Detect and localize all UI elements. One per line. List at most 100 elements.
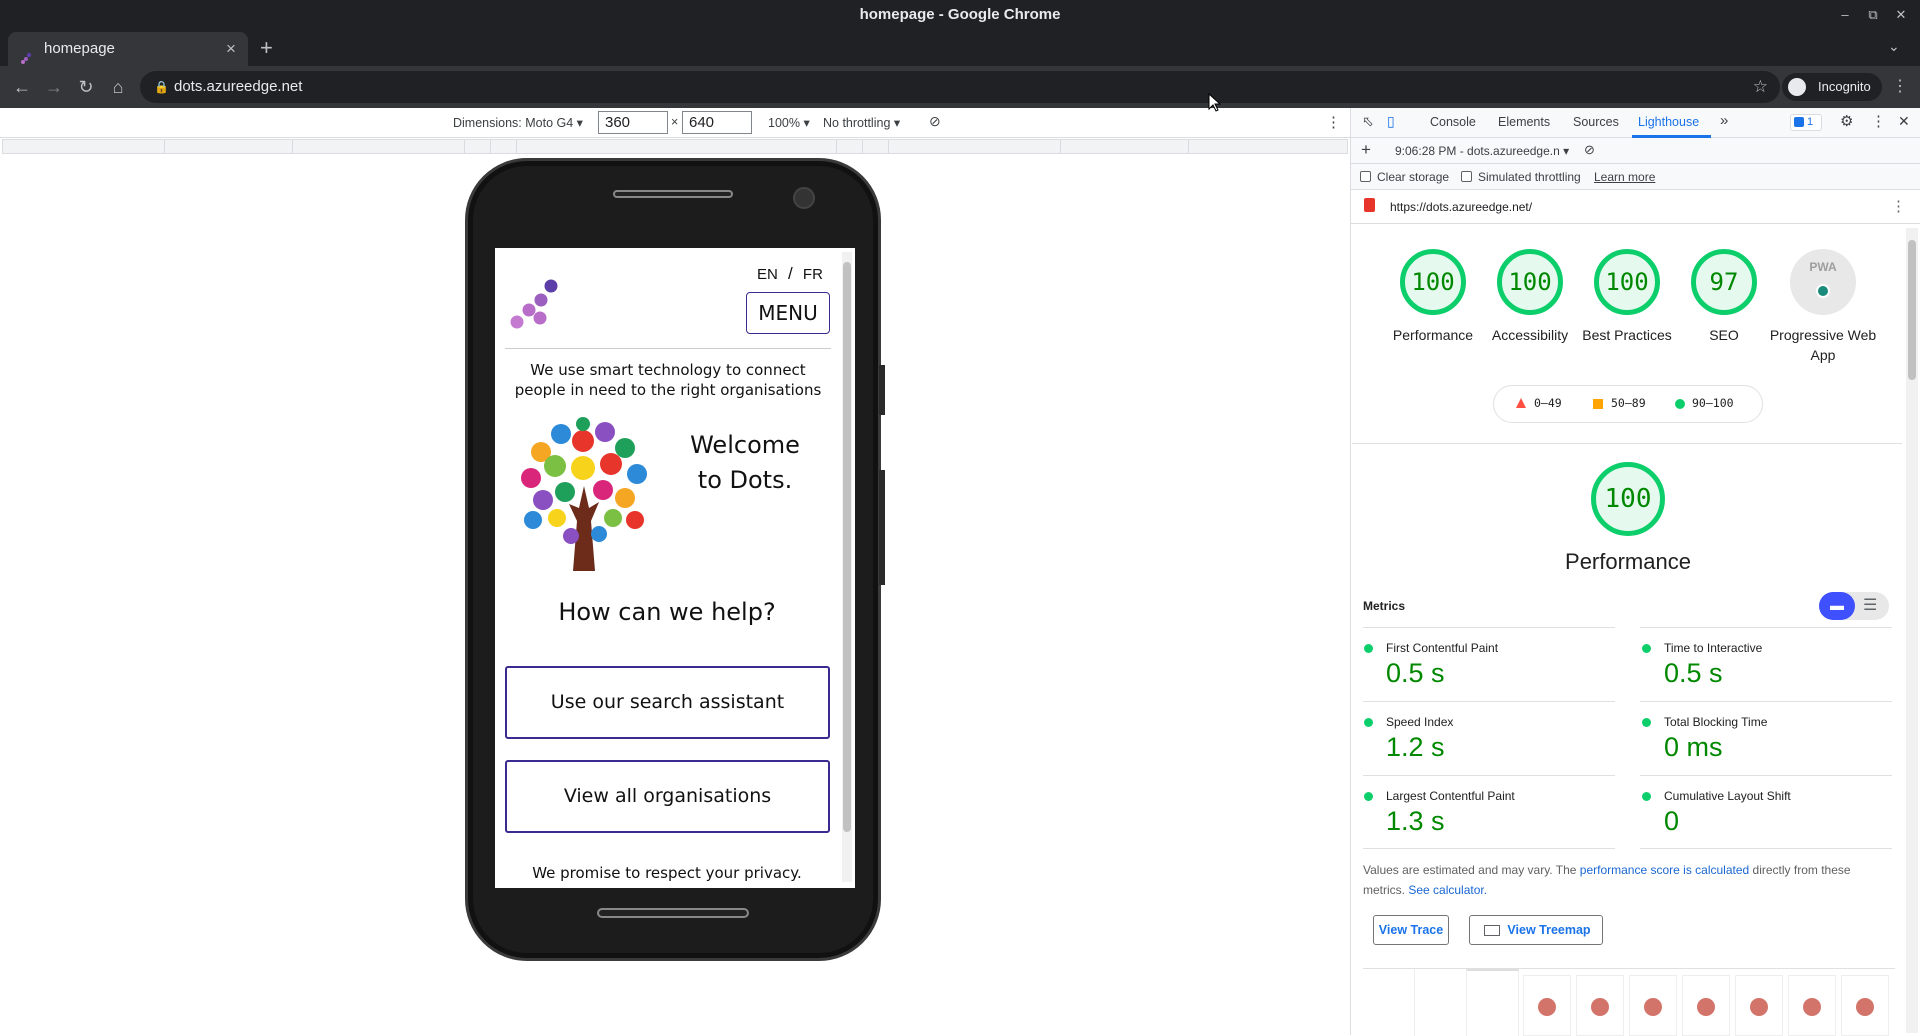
score-calculated-link[interactable]: performance score is calculated bbox=[1580, 863, 1749, 877]
media-query-bar[interactable] bbox=[2, 139, 1348, 154]
device-select[interactable]: Dimensions: Moto G4 ▾ bbox=[453, 115, 583, 130]
tab-title: homepage bbox=[44, 40, 115, 57]
metric-divider bbox=[1363, 775, 1615, 776]
metric-divider bbox=[1363, 627, 1615, 628]
reload-icon[interactable]: ↻ bbox=[72, 73, 100, 101]
legend-pass: 90–100 bbox=[1692, 396, 1734, 410]
back-icon[interactable]: ← bbox=[8, 73, 36, 101]
tab-console[interactable]: Console bbox=[1430, 115, 1476, 129]
view-organisations-button[interactable]: View all organisations bbox=[505, 760, 830, 833]
window-title: homepage - Google Chrome bbox=[859, 6, 1061, 23]
pass-status-icon bbox=[1642, 792, 1651, 801]
tab-lighthouse[interactable]: Lighthouse bbox=[1638, 115, 1699, 129]
browser-tab[interactable]: homepage × bbox=[8, 32, 248, 66]
accessibility-gauge[interactable]: 100 bbox=[1497, 249, 1563, 315]
bookmark-star-icon[interactable]: ☆ bbox=[1753, 71, 1768, 103]
tab-close-icon[interactable]: × bbox=[226, 32, 236, 66]
device-toggle-icon[interactable]: ▯ bbox=[1387, 113, 1395, 130]
restore-icon[interactable]: ⧉ bbox=[1858, 0, 1888, 30]
pwa-badge-icon[interactable]: PWA bbox=[1790, 249, 1856, 315]
menu-button[interactable]: MENU bbox=[746, 292, 830, 334]
legend-fail: 0–49 bbox=[1534, 396, 1562, 410]
tab-elements[interactable]: Elements bbox=[1498, 115, 1550, 129]
main-performance-label: Performance bbox=[1565, 549, 1691, 574]
filmstrip-frame bbox=[1629, 975, 1677, 1036]
window-title-bar: homepage - Google Chrome bbox=[0, 0, 1920, 30]
new-report-icon[interactable]: + bbox=[1361, 140, 1371, 160]
legend-average: 50–89 bbox=[1611, 396, 1646, 410]
metric-divider bbox=[1363, 848, 1615, 849]
tab-strip bbox=[0, 30, 1920, 66]
expanded-view-icon[interactable]: ☰ bbox=[1863, 592, 1877, 620]
filmstrip-frame-blank bbox=[1415, 969, 1467, 1036]
device-more-icon[interactable]: ⋮ bbox=[1326, 113, 1341, 131]
lang-en-link[interactable]: EN bbox=[757, 266, 778, 283]
height-input[interactable] bbox=[682, 111, 752, 134]
issues-badge[interactable]: 1 bbox=[1790, 114, 1822, 131]
compact-view-icon[interactable]: ▬ bbox=[1819, 592, 1855, 620]
filmstrip-frame bbox=[1523, 975, 1571, 1036]
accessibility-gauge-label: Accessibility bbox=[1491, 327, 1569, 343]
simulated-throttling-checkbox[interactable] bbox=[1461, 171, 1472, 182]
device-label: Dimensions: Moto G4 bbox=[453, 116, 574, 130]
incognito-icon bbox=[1788, 78, 1806, 96]
rotate-icon[interactable]: ⊘ bbox=[929, 113, 941, 130]
times-sign: × bbox=[671, 115, 679, 129]
phone-camera bbox=[793, 187, 815, 209]
view-trace-button[interactable]: View Trace bbox=[1373, 915, 1449, 945]
simulated-throttling-label: Simulated throttling bbox=[1478, 170, 1581, 184]
see-calculator-link[interactable]: See calculator. bbox=[1408, 883, 1487, 897]
filmstrip bbox=[1363, 968, 1895, 1036]
site-scrollbar-thumb[interactable] bbox=[843, 262, 851, 832]
report-select[interactable]: 9:06:28 PM - dots.azureedge.n ▾ bbox=[1395, 144, 1569, 158]
tab-search-icon[interactable]: ⌄ bbox=[1888, 38, 1900, 55]
clear-reports-icon[interactable]: ⊘ bbox=[1584, 142, 1595, 158]
tab-sources[interactable]: Sources bbox=[1573, 115, 1619, 129]
metrics-view-toggle[interactable]: ▬ ☰ bbox=[1819, 592, 1889, 620]
pass-status-icon bbox=[1364, 792, 1373, 801]
zoom-select[interactable]: 100% ▾ bbox=[768, 115, 810, 130]
main-performance-gauge[interactable]: 100 bbox=[1591, 462, 1665, 536]
treemap-icon bbox=[1484, 925, 1500, 936]
throttling-select[interactable]: No throttling ▾ bbox=[823, 115, 900, 130]
incognito-badge[interactable]: Incognito bbox=[1782, 73, 1882, 101]
learn-more-link[interactable]: Learn more bbox=[1594, 170, 1655, 184]
metric-tbt-value: 0 ms bbox=[1664, 732, 1723, 762]
score-legend: 0–49 50–89 90–100 bbox=[1493, 385, 1763, 423]
inspect-element-icon[interactable]: ⬁ bbox=[1362, 113, 1374, 130]
best-practices-gauge[interactable]: 100 bbox=[1594, 249, 1660, 315]
new-tab-icon[interactable]: + bbox=[260, 34, 273, 62]
pass-status-icon bbox=[1642, 718, 1651, 727]
performance-gauge[interactable]: 100 bbox=[1400, 249, 1466, 315]
devtools-menu-icon[interactable]: ⋮ bbox=[1871, 112, 1886, 130]
report-scrollbar-thumb[interactable] bbox=[1908, 240, 1916, 380]
incognito-label: Incognito bbox=[1818, 79, 1871, 94]
chrome-menu-icon[interactable]: ⋮ bbox=[1886, 73, 1914, 101]
home-icon[interactable]: ⌂ bbox=[104, 73, 132, 101]
report-menu-icon[interactable]: ⋮ bbox=[1891, 197, 1906, 215]
minimize-icon[interactable]: – bbox=[1830, 0, 1860, 30]
address-bar[interactable]: 🔒 dots.azureedge.net ☆ bbox=[140, 71, 1780, 103]
seo-gauge-label: SEO bbox=[1709, 327, 1739, 343]
more-tabs-icon[interactable]: » bbox=[1720, 112, 1728, 129]
view-treemap-button[interactable]: View Treemap bbox=[1469, 915, 1603, 945]
note-prefix: Values are estimated and may vary. The bbox=[1363, 863, 1580, 877]
width-input[interactable] bbox=[598, 111, 668, 134]
close-window-icon[interactable]: ✕ bbox=[1886, 0, 1916, 30]
settings-gear-icon[interactable]: ⚙ bbox=[1840, 112, 1853, 130]
pass-status-icon bbox=[1364, 718, 1373, 727]
clear-storage-checkbox[interactable] bbox=[1360, 171, 1371, 182]
search-assistant-button[interactable]: Use our search assistant bbox=[505, 666, 830, 739]
metric-divider bbox=[1640, 848, 1892, 849]
forward-icon[interactable]: → bbox=[40, 73, 68, 101]
close-devtools-icon[interactable]: ✕ bbox=[1898, 113, 1910, 130]
metric-tti-label: Time to Interactive bbox=[1664, 641, 1763, 655]
seo-gauge[interactable]: 97 bbox=[1691, 249, 1757, 315]
zoom-label: 100% bbox=[768, 116, 800, 130]
metrics-note: Values are estimated and may vary. The p… bbox=[1363, 860, 1888, 900]
metric-tbt-label: Total Blocking Time bbox=[1664, 715, 1768, 729]
lang-fr-link[interactable]: FR bbox=[803, 266, 823, 283]
dots-logo[interactable] bbox=[507, 278, 561, 333]
pass-circle-icon bbox=[1675, 399, 1685, 409]
report-url[interactable]: https://dots.azureedge.net/ bbox=[1390, 200, 1532, 214]
